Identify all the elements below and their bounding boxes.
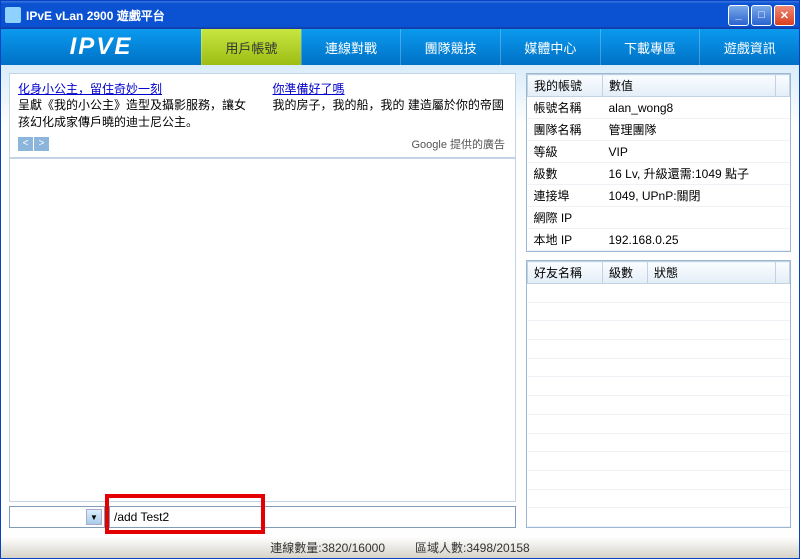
account-value: 16 Lv, 升級還需:1049 點子: [603, 163, 790, 185]
list-item[interactable]: [528, 508, 790, 527]
friends-table: 好友名稱 級數 狀態: [527, 261, 790, 527]
account-key: 帳號名稱: [528, 97, 603, 119]
table-row[interactable]: 團隊名稱管理團隊: [528, 119, 790, 141]
ad-next-button[interactable]: >: [34, 137, 49, 151]
table-row[interactable]: 帳號名稱alan_wong8: [528, 97, 790, 119]
status-area: 區域人數:3498/20158: [415, 539, 530, 556]
account-panel: 我的帳號 數值 帳號名稱alan_wong8團隊名稱管理團隊等級VIP級數16 …: [526, 73, 791, 252]
app-icon: [5, 7, 21, 23]
left-column: 化身小公主，留住奇妙一刻 呈獻《我的小公主》造型及攝影服務，讓女孩幻化成家傳戶曉…: [9, 73, 516, 528]
app-window: IPvE vLan 2900 遊戲平台 _ □ ✕ IPVE 用戶帳號 連線對戰…: [0, 0, 800, 559]
minimize-button[interactable]: _: [728, 5, 749, 26]
tab-account[interactable]: 用戶帳號: [201, 29, 301, 65]
table-row[interactable]: 連接埠1049, UPnP:關閉: [528, 185, 790, 207]
table-row[interactable]: 本地 IP192.168.0.25: [528, 229, 790, 251]
close-button[interactable]: ✕: [774, 5, 795, 26]
tab-battle[interactable]: 連線對戰: [301, 29, 401, 65]
account-value: [603, 207, 790, 229]
status-bar: 連線數量:3820/16000 區域人數:3498/20158: [1, 536, 799, 558]
list-item[interactable]: [528, 321, 790, 340]
ad-left[interactable]: 化身小公主，留住奇妙一刻 呈獻《我的小公主》造型及攝影服務，讓女孩幻化成家傳戶曉…: [18, 80, 253, 151]
account-value: VIP: [603, 141, 790, 163]
status-connections: 連線數量:3820/16000: [270, 539, 385, 556]
titlebar[interactable]: IPvE vLan 2900 遊戲平台 _ □ ✕: [1, 1, 799, 29]
body: 化身小公主，留住奇妙一刻 呈獻《我的小公主》造型及攝影服務，讓女孩幻化成家傳戶曉…: [1, 65, 799, 536]
list-item[interactable]: [528, 284, 790, 303]
list-item[interactable]: [528, 433, 790, 452]
list-item[interactable]: [528, 452, 790, 471]
ad-panel: 化身小公主，留住奇妙一刻 呈獻《我的小公主》造型及攝影服務，讓女孩幻化成家傳戶曉…: [9, 73, 516, 158]
window-controls: _ □ ✕: [728, 5, 795, 26]
account-key: 連接埠: [528, 185, 603, 207]
list-item[interactable]: [528, 396, 790, 415]
command-input[interactable]: [109, 506, 516, 528]
account-key: 網際 IP: [528, 207, 603, 229]
account-head-key[interactable]: 我的帳號: [528, 75, 603, 97]
account-head-val[interactable]: 數值: [603, 75, 776, 97]
input-bar: ▼: [9, 506, 516, 528]
logo: IPVE: [1, 29, 201, 65]
ad-right-body: 我的房子，我的船，我的 建造屬於你的帝國: [273, 97, 508, 114]
tab-media[interactable]: 媒體中心: [500, 29, 600, 65]
friends-head-status[interactable]: 狀態: [648, 262, 776, 284]
account-key: 級數: [528, 163, 603, 185]
window-title: IPvE vLan 2900 遊戲平台: [26, 7, 728, 24]
list-item[interactable]: [528, 414, 790, 433]
account-head-spacer: [776, 75, 790, 97]
account-value: 1049, UPnP:關閉: [603, 185, 790, 207]
right-column: 我的帳號 數值 帳號名稱alan_wong8團隊名稱管理團隊等級VIP級數16 …: [526, 73, 791, 528]
list-item[interactable]: [528, 302, 790, 321]
chevron-down-icon: ▼: [86, 509, 102, 525]
account-value: 192.168.0.25: [603, 229, 790, 251]
header: IPVE 用戶帳號 連線對戰 團隊競技 媒體中心 下載專區 遊戲資訊: [1, 29, 799, 65]
ad-left-body: 呈獻《我的小公主》造型及攝影服務，讓女孩幻化成家傳戶曉的迪士尼公主。: [18, 97, 253, 131]
account-key: 本地 IP: [528, 229, 603, 251]
account-table: 我的帳號 數值 帳號名稱alan_wong8團隊名稱管理團隊等級VIP級數16 …: [527, 74, 790, 251]
maximize-button[interactable]: □: [751, 5, 772, 26]
account-key: 團隊名稱: [528, 119, 603, 141]
friends-head-level[interactable]: 級數: [603, 262, 648, 284]
list-item[interactable]: [528, 340, 790, 359]
list-item[interactable]: [528, 377, 790, 396]
friends-head-spacer: [776, 262, 790, 284]
channel-dropdown[interactable]: ▼: [9, 506, 105, 528]
tab-info[interactable]: 遊戲資訊: [699, 29, 799, 65]
account-key: 等級: [528, 141, 603, 163]
ad-right-title[interactable]: 你準備好了嗎: [273, 80, 508, 97]
friends-head-name[interactable]: 好友名稱: [528, 262, 603, 284]
friends-panel: 好友名稱 級數 狀態: [526, 260, 791, 528]
tab-download[interactable]: 下載專區: [600, 29, 700, 65]
ad-prev-button[interactable]: <: [18, 137, 33, 151]
table-row[interactable]: 級數16 Lv, 升級還需:1049 點子: [528, 163, 790, 185]
nav-tabs: 用戶帳號 連線對戰 團隊競技 媒體中心 下載專區 遊戲資訊: [201, 29, 799, 65]
table-row[interactable]: 等級VIP: [528, 141, 790, 163]
ad-left-title[interactable]: 化身小公主，留住奇妙一刻: [18, 80, 253, 97]
ad-provider: Google 提供的廣告: [411, 136, 505, 152]
table-row[interactable]: 網際 IP: [528, 207, 790, 229]
tab-team[interactable]: 團隊競技: [400, 29, 500, 65]
list-item[interactable]: [528, 358, 790, 377]
account-value: alan_wong8: [603, 97, 790, 119]
list-item[interactable]: [528, 489, 790, 508]
chat-log[interactable]: [9, 158, 516, 502]
list-item[interactable]: [528, 470, 790, 489]
account-value: 管理團隊: [603, 119, 790, 141]
